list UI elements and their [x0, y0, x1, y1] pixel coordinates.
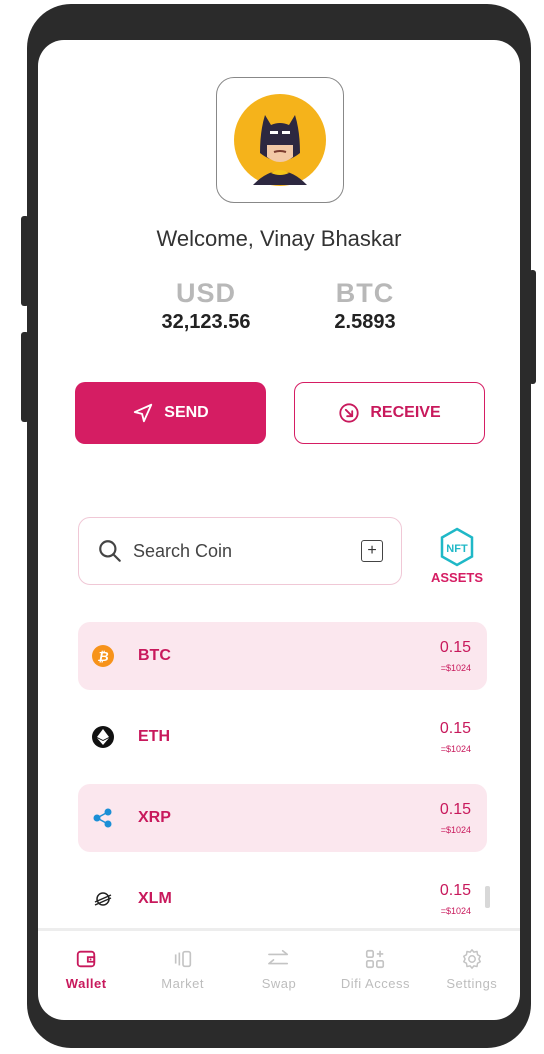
coin-row-xlm[interactable]: XLM 0.15 =$1024: [78, 865, 487, 933]
send-label: SEND: [164, 404, 209, 421]
ethereum-icon: [92, 726, 114, 748]
batman-avatar-icon: [234, 94, 326, 186]
balance-value: 32,123.56: [161, 311, 251, 333]
difi-access-icon: [366, 949, 385, 969]
nft-icon-text: NFT: [446, 543, 468, 555]
coin-row-eth[interactable]: ETH 0.15 =$1024: [78, 703, 487, 771]
coin-row-btc[interactable]: ₿ BTC 0.15 =$1024: [78, 622, 487, 690]
tab-market[interactable]: Market: [134, 936, 230, 1016]
wallet-icon: [77, 950, 96, 968]
tab-settings[interactable]: Settings: [424, 936, 520, 1016]
market-icon: [174, 950, 191, 968]
btc-balance: BTC 2.5893: [295, 278, 435, 334]
paper-plane-icon: [134, 403, 153, 423]
nft-assets-button[interactable]: NFT ASSETS: [424, 527, 490, 585]
coin-symbol: ETH: [138, 728, 170, 745]
coin-symbol: XLM: [138, 890, 172, 907]
tab-wallet[interactable]: Wallet: [38, 936, 134, 1016]
search-icon: [99, 540, 121, 562]
tab-difi-access[interactable]: Difi Access: [327, 936, 423, 1016]
coin-usd-value: =$1024: [440, 825, 471, 835]
add-coin-button[interactable]: +: [361, 540, 383, 562]
nft-hexagon-icon: NFT: [440, 527, 474, 567]
coin-amount: 0.15: [439, 801, 471, 818]
coin-usd-value: =$1024: [440, 663, 471, 673]
tab-label: Swap: [261, 976, 297, 991]
coin-amount: 0.15: [439, 720, 471, 737]
coin-row-xrp[interactable]: XRP 0.15 =$1024: [78, 784, 487, 852]
coin-symbol: XRP: [138, 809, 171, 826]
coin-amount-block: 0.15 =$1024: [440, 720, 471, 754]
coin-amount: 0.15: [439, 882, 471, 899]
bottom-nav: Wallet Market Swap Difi Access Settings: [38, 936, 520, 1016]
usd-balance: USD 32,123.56: [136, 278, 276, 334]
coin-amount-block: 0.15 =$1024: [440, 801, 471, 835]
settings-icon: [462, 949, 481, 969]
stellar-icon: [92, 888, 114, 910]
tab-label: Market: [161, 976, 204, 991]
arrow-down-right-circle-icon: [339, 403, 359, 423]
tabbar-divider: [38, 928, 520, 931]
coin-usd-value: =$1024: [440, 744, 471, 754]
avatar[interactable]: [216, 77, 344, 203]
tab-label: Settings: [446, 976, 498, 991]
wallet-screen: Welcome, Vinay Bhaskar USD 32,123.56 BTC…: [38, 40, 520, 1020]
welcome-text: Welcome, Vinay Bhaskar: [156, 226, 402, 251]
plus-icon: +: [367, 542, 377, 559]
swap-icon: [268, 949, 289, 965]
coin-amount-block: 0.15 =$1024: [440, 882, 471, 916]
coin-amount: 0.15: [439, 639, 471, 656]
tab-label: Difi Access: [340, 976, 410, 991]
scrollbar[interactable]: [485, 886, 490, 908]
receive-label: RECEIVE: [370, 404, 441, 421]
tab-swap[interactable]: Swap: [231, 936, 327, 1016]
coin-amount-block: 0.15 =$1024: [440, 639, 471, 673]
tab-label: Wallet: [65, 976, 107, 991]
bitcoin-icon: ₿: [92, 645, 114, 667]
coin-usd-value: =$1024: [440, 906, 471, 916]
search-input[interactable]: Search Coin: [133, 541, 361, 562]
coin-symbol: BTC: [138, 647, 171, 664]
ripple-icon: [92, 807, 114, 829]
balance-value: 2.5893: [334, 311, 396, 333]
balance-currency: USD: [175, 278, 236, 308]
send-button[interactable]: SEND: [75, 382, 266, 444]
receive-button[interactable]: RECEIVE: [294, 382, 485, 444]
assets-label: ASSETS: [430, 570, 483, 585]
search-box[interactable]: Search Coin +: [78, 517, 402, 585]
balance-currency: BTC: [335, 278, 395, 308]
